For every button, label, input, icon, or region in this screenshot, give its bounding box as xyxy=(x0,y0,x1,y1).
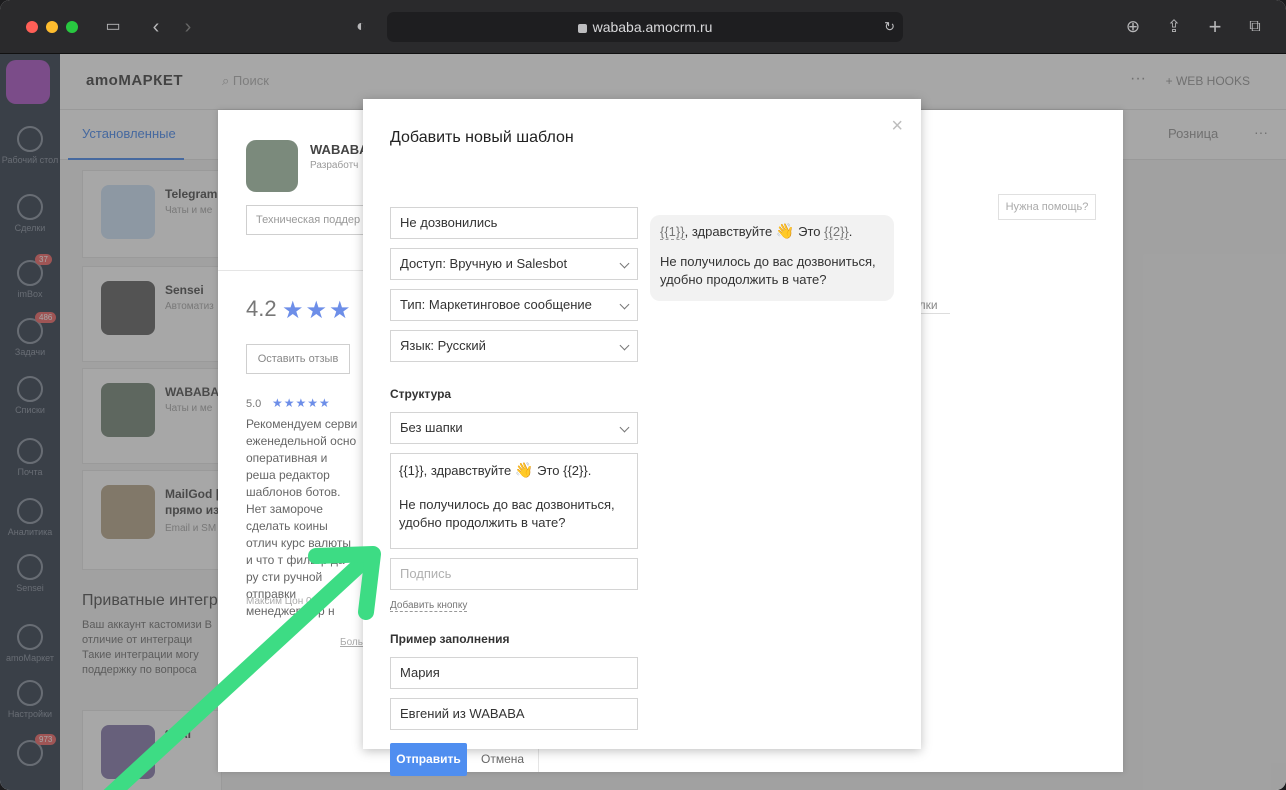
back-icon[interactable]: ‹ xyxy=(143,14,169,40)
tabs-overview-icon[interactable]: ⧉ xyxy=(1242,14,1268,40)
send-button[interactable]: Отправить xyxy=(390,743,467,776)
signature-input[interactable]: Подпись xyxy=(390,558,638,590)
page-content: Рабочий стол Сделки 37 imBox 486 Задачи Списки… xyxy=(0,54,1286,790)
url-text: wababa.amocrm.ru xyxy=(592,19,713,35)
chevron-down-icon xyxy=(619,299,630,310)
review-author: Максим Цон 08. xyxy=(246,596,320,607)
close-icon[interactable]: × xyxy=(891,115,903,138)
type-select[interactable]: Тип: Маркетинговое сообщение xyxy=(390,289,638,321)
example-1-input[interactable]: Мария xyxy=(390,657,638,689)
example-label: Пример заполнения xyxy=(390,632,510,646)
message-preview: {{1}}, здравствуйте 👋 Это {{2}}. Не полу… xyxy=(650,215,894,301)
preview-placeholder: {{2}} xyxy=(824,224,849,240)
message-body-textarea[interactable]: {{1}}, здравствуйте 👋 Это {{2}}. Не полу… xyxy=(390,453,638,549)
cancel-button[interactable]: Отмена xyxy=(481,752,524,766)
lock-icon xyxy=(577,24,587,33)
review-text: Рекомендуем серви еженедельной осно опер… xyxy=(246,417,358,618)
reload-icon[interactable]: ↻ xyxy=(884,12,895,42)
access-select[interactable]: Доступ: Вручную и Salesbot xyxy=(390,248,638,280)
help-button[interactable]: Нужна помощь? xyxy=(998,194,1096,220)
header-select[interactable]: Без шапки xyxy=(390,412,638,444)
safari-toolbar: ▭ ‹ › ◐ wababa.amocrm.ru ↻ ⊕ ⇪ + ⧉ xyxy=(0,0,1286,54)
chevron-down-icon xyxy=(619,258,630,269)
rating-stars-icon: ★★★ xyxy=(282,297,353,324)
wave-emoji-icon: 👋 xyxy=(514,462,534,479)
language-select[interactable]: Язык: Русский xyxy=(390,330,638,362)
app-developer: Разработч xyxy=(310,160,359,171)
share-icon[interactable]: ⇪ xyxy=(1161,14,1187,40)
more-reviews-link[interactable]: Боль xyxy=(340,637,363,648)
sidebar-icon[interactable]: ▭ xyxy=(100,14,126,40)
leave-review-button[interactable]: Оставить отзыв xyxy=(246,344,350,374)
forward-icon[interactable]: › xyxy=(175,14,201,40)
template-name-input[interactable]: Не дозвонились xyxy=(390,207,638,239)
example-2-input[interactable]: Евгений из WABABA xyxy=(390,698,638,730)
address-bar[interactable]: wababa.amocrm.ru ↻ xyxy=(387,12,903,42)
new-tab-icon[interactable]: + xyxy=(1202,14,1228,40)
minimize-window-button[interactable] xyxy=(46,21,58,33)
review-score: 5.0 xyxy=(246,398,262,410)
add-template-modal: Добавить новый шаблон × Не дозвонились Д… xyxy=(363,99,921,776)
chevron-down-icon xyxy=(619,422,630,433)
shield-icon[interactable]: ◐ xyxy=(348,14,374,40)
browser-window: ▭ ‹ › ◐ wababa.amocrm.ru ↻ ⊕ ⇪ + ⧉ Рабоч… xyxy=(0,0,1286,790)
review-stars-icon: ★★★★★ xyxy=(272,396,331,410)
chevron-down-icon xyxy=(619,340,630,351)
structure-label: Структура xyxy=(390,387,452,401)
tech-support-button[interactable]: Техническая поддер xyxy=(246,205,366,235)
close-window-button[interactable] xyxy=(26,21,38,33)
modal-title: Добавить новый шаблон xyxy=(390,129,574,146)
app-name: WABABA xyxy=(310,142,369,157)
add-button-link[interactable]: Добавить кнопку xyxy=(390,600,468,612)
zoom-window-button[interactable] xyxy=(66,21,78,33)
wababa-logo xyxy=(246,140,298,192)
wave-emoji-icon: 👋 xyxy=(775,223,795,240)
rating-value: 4.2 xyxy=(246,296,277,321)
preview-placeholder: {{1}} xyxy=(660,224,685,240)
download-icon[interactable]: ⊕ xyxy=(1120,14,1146,40)
